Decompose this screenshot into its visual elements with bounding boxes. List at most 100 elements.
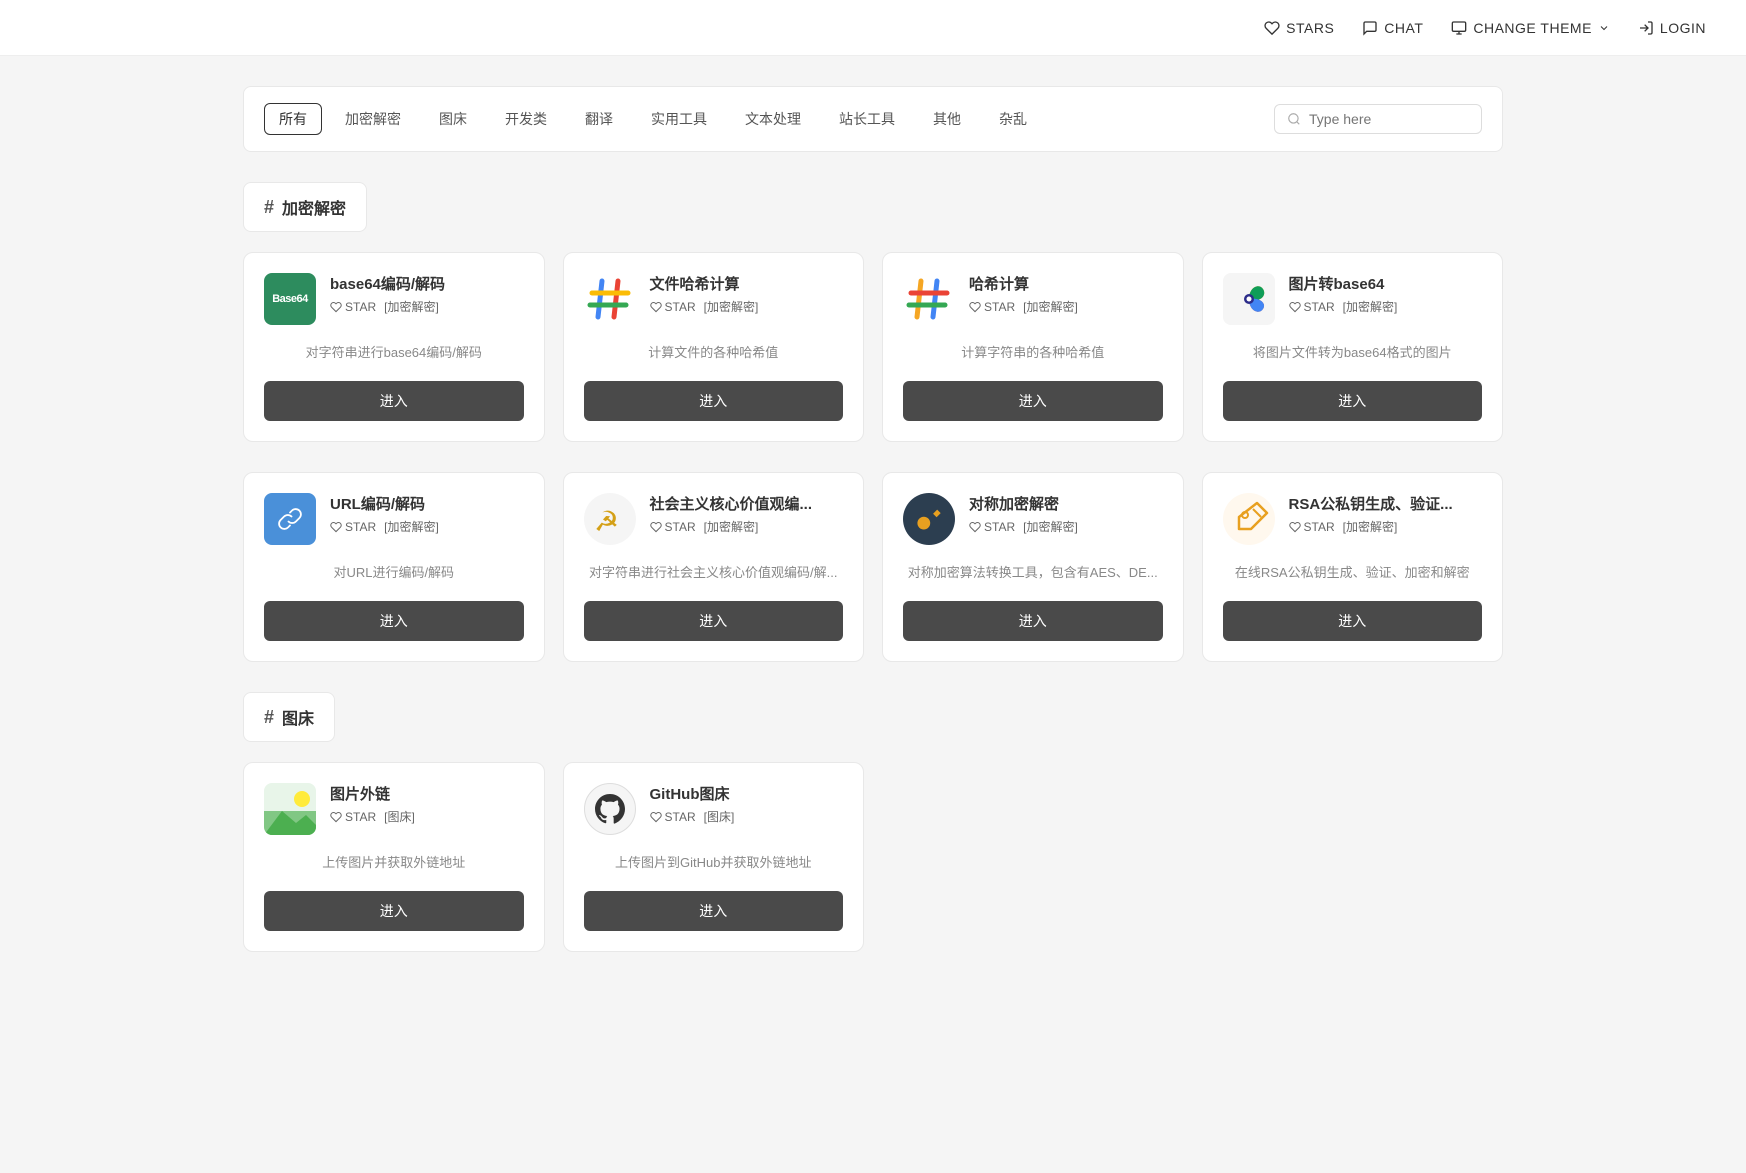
filter-tabs: 所有 加密解密 图床 开发类 翻译 实用工具 文本处理 站长工具 其他 杂乱 <box>264 103 1042 135</box>
cat-base64: [加密解密] <box>384 298 439 315</box>
tool-card-img-link: 图片外链 STAR [图床] 上传图片并获取外链地址 进入 <box>243 762 545 952</box>
heart-small-icon <box>330 301 342 313</box>
enter-btn-img-base64[interactable]: 进入 <box>1223 381 1483 421</box>
heart-small-icon <box>1289 301 1301 313</box>
star-img-base64[interactable]: STAR <box>1289 300 1335 314</box>
nav-change-theme[interactable]: CHANGE THEME <box>1451 20 1610 36</box>
tool-tags-symmetric: STAR [加密解密] <box>969 518 1163 535</box>
cat-url-encode: [加密解密] <box>384 518 439 535</box>
heart-small-icon <box>969 521 981 533</box>
star-symmetric[interactable]: STAR <box>969 520 1015 534</box>
nav-login-label: LOGIN <box>1660 20 1706 36</box>
tool-meta-str-hash: 哈希计算 STAR [加密解密] <box>969 273 1163 315</box>
nav-stars[interactable]: STARS <box>1264 20 1334 36</box>
search-input[interactable] <box>1309 111 1469 127</box>
img-link-icon <box>264 783 316 835</box>
filter-tab-text[interactable]: 文本处理 <box>730 103 816 135</box>
tool-meta-img-base64: 图片转base64 STAR [加密解密] <box>1289 273 1483 315</box>
nav-login[interactable]: LOGIN <box>1638 20 1706 36</box>
tool-desc-github-imghost: 上传图片到GitHub并获取外链地址 <box>584 845 844 877</box>
heart-small-icon <box>650 521 662 533</box>
tool-name-str-hash: 哈希计算 <box>969 273 1163 294</box>
tool-card-url-encode: URL编码/解码 STAR [加密解密] 对URL进行编码/解码 进入 <box>243 472 545 662</box>
socialist-icon: ☭ <box>584 493 636 545</box>
heart-small-icon <box>650 811 662 823</box>
cat-socialist: [加密解密] <box>704 518 759 535</box>
tool-tags-rsa: STAR [加密解密] <box>1289 518 1483 535</box>
github-logo-icon <box>595 794 625 824</box>
symmetric-icon <box>903 493 955 545</box>
tool-card-symmetric: 对称加密解密 STAR [加密解密] 对称加密算法转换工具，包含有AES、DE.… <box>882 472 1184 662</box>
filter-tab-webmaster[interactable]: 站长工具 <box>824 103 910 135</box>
filter-bar: 所有 加密解密 图床 开发类 翻译 实用工具 文本处理 站长工具 其他 杂乱 <box>243 86 1503 152</box>
heart-small-icon <box>1289 521 1301 533</box>
tool-desc-socialist: 对字符串进行社会主义核心价值观编码/解... <box>584 555 844 587</box>
chevron-down-icon <box>1598 22 1610 34</box>
tool-meta-url-encode: URL编码/解码 STAR [加密解密] <box>330 493 524 535</box>
tool-name-socialist: 社会主义核心价值观编... <box>650 493 844 514</box>
theme-icon <box>1451 20 1467 36</box>
enter-btn-github-imghost[interactable]: 进入 <box>584 891 844 931</box>
link-icon <box>276 505 304 533</box>
filter-tab-tools[interactable]: 实用工具 <box>636 103 722 135</box>
search-icon <box>1287 112 1301 126</box>
enter-btn-str-hash[interactable]: 进入 <box>903 381 1163 421</box>
cat-symmetric: [加密解密] <box>1023 518 1078 535</box>
tool-card-rsa: RSA公私钥生成、验证... STAR [加密解密] 在线RSA公私钥生成、验证… <box>1202 472 1504 662</box>
enter-btn-symmetric[interactable]: 进入 <box>903 601 1163 641</box>
enter-btn-img-link[interactable]: 进入 <box>264 891 524 931</box>
enter-btn-file-hash[interactable]: 进入 <box>584 381 844 421</box>
file-hash-icon <box>584 273 636 325</box>
tool-tags-base64: STAR [加密解密] <box>330 298 524 315</box>
filter-tab-all[interactable]: 所有 <box>264 103 322 135</box>
star-file-hash[interactable]: STAR <box>650 300 696 314</box>
tool-meta-rsa: RSA公私钥生成、验证... STAR [加密解密] <box>1289 493 1483 535</box>
star-rsa[interactable]: STAR <box>1289 520 1335 534</box>
header-navigation: STARS CHAT CHANGE THEME LOGIN <box>1264 20 1706 36</box>
star-str-hash[interactable]: STAR <box>969 300 1015 314</box>
tool-desc-rsa: 在线RSA公私钥生成、验证、加密和解密 <box>1223 555 1483 587</box>
tool-name-url-encode: URL编码/解码 <box>330 493 524 514</box>
star-url-encode[interactable]: STAR <box>330 520 376 534</box>
tool-tags-img-base64: STAR [加密解密] <box>1289 298 1483 315</box>
star-github-imghost[interactable]: STAR <box>650 810 696 824</box>
nav-stars-label: STARS <box>1286 20 1334 36</box>
enter-btn-base64[interactable]: 进入 <box>264 381 524 421</box>
tool-name-github-imghost: GitHub图床 <box>650 783 844 804</box>
tool-tags-socialist: STAR [加密解密] <box>650 518 844 535</box>
tool-meta-base64: base64编码/解码 STAR [加密解密] <box>330 273 524 315</box>
filter-tab-imghost[interactable]: 图床 <box>424 103 482 135</box>
encrypt-hash: # <box>264 197 274 218</box>
tool-meta-symmetric: 对称加密解密 STAR [加密解密] <box>969 493 1163 535</box>
imghost-hash: # <box>264 707 274 728</box>
cat-github-imghost: [图床] <box>704 808 735 825</box>
enter-btn-url-encode[interactable]: 进入 <box>264 601 524 641</box>
filter-tab-translate[interactable]: 翻译 <box>570 103 628 135</box>
star-socialist[interactable]: STAR <box>650 520 696 534</box>
enter-btn-socialist[interactable]: 进入 <box>584 601 844 641</box>
tool-card-socialist: ☭ 社会主义核心价值观编... STAR [加密解密] 对字符串进行社会主义核心… <box>563 472 865 662</box>
cat-rsa: [加密解密] <box>1343 518 1398 535</box>
tool-meta-img-link: 图片外链 STAR [图床] <box>330 783 524 825</box>
tool-desc-symmetric: 对称加密算法转换工具，包含有AES、DE... <box>903 555 1163 587</box>
encrypt-tools-row2: URL编码/解码 STAR [加密解密] 对URL进行编码/解码 进入 <box>243 472 1503 662</box>
tool-desc-base64: 对字符串进行base64编码/解码 <box>264 335 524 367</box>
enter-btn-rsa[interactable]: 进入 <box>1223 601 1483 641</box>
filter-tab-other[interactable]: 其他 <box>918 103 976 135</box>
filter-tab-dev[interactable]: 开发类 <box>490 103 562 135</box>
filter-tab-misc[interactable]: 杂乱 <box>984 103 1042 135</box>
tool-desc-file-hash: 计算文件的各种哈希值 <box>584 335 844 367</box>
heart-small-icon <box>650 301 662 313</box>
nav-chat[interactable]: CHAT <box>1362 20 1423 36</box>
hashtag-colored2-icon <box>905 275 953 323</box>
filter-tab-encrypt[interactable]: 加密解密 <box>330 103 416 135</box>
hashtag-multicolor-icon <box>586 275 634 323</box>
star-img-link[interactable]: STAR <box>330 810 376 824</box>
tool-name-img-link: 图片外链 <box>330 783 524 804</box>
hammer-sickle-icon: ☭ <box>584 493 636 545</box>
tool-tags-str-hash: STAR [加密解密] <box>969 298 1163 315</box>
cat-str-hash: [加密解密] <box>1023 298 1078 315</box>
heart-small-icon <box>330 521 342 533</box>
tool-desc-url-encode: 对URL进行编码/解码 <box>264 555 524 587</box>
star-base64[interactable]: STAR <box>330 300 376 314</box>
